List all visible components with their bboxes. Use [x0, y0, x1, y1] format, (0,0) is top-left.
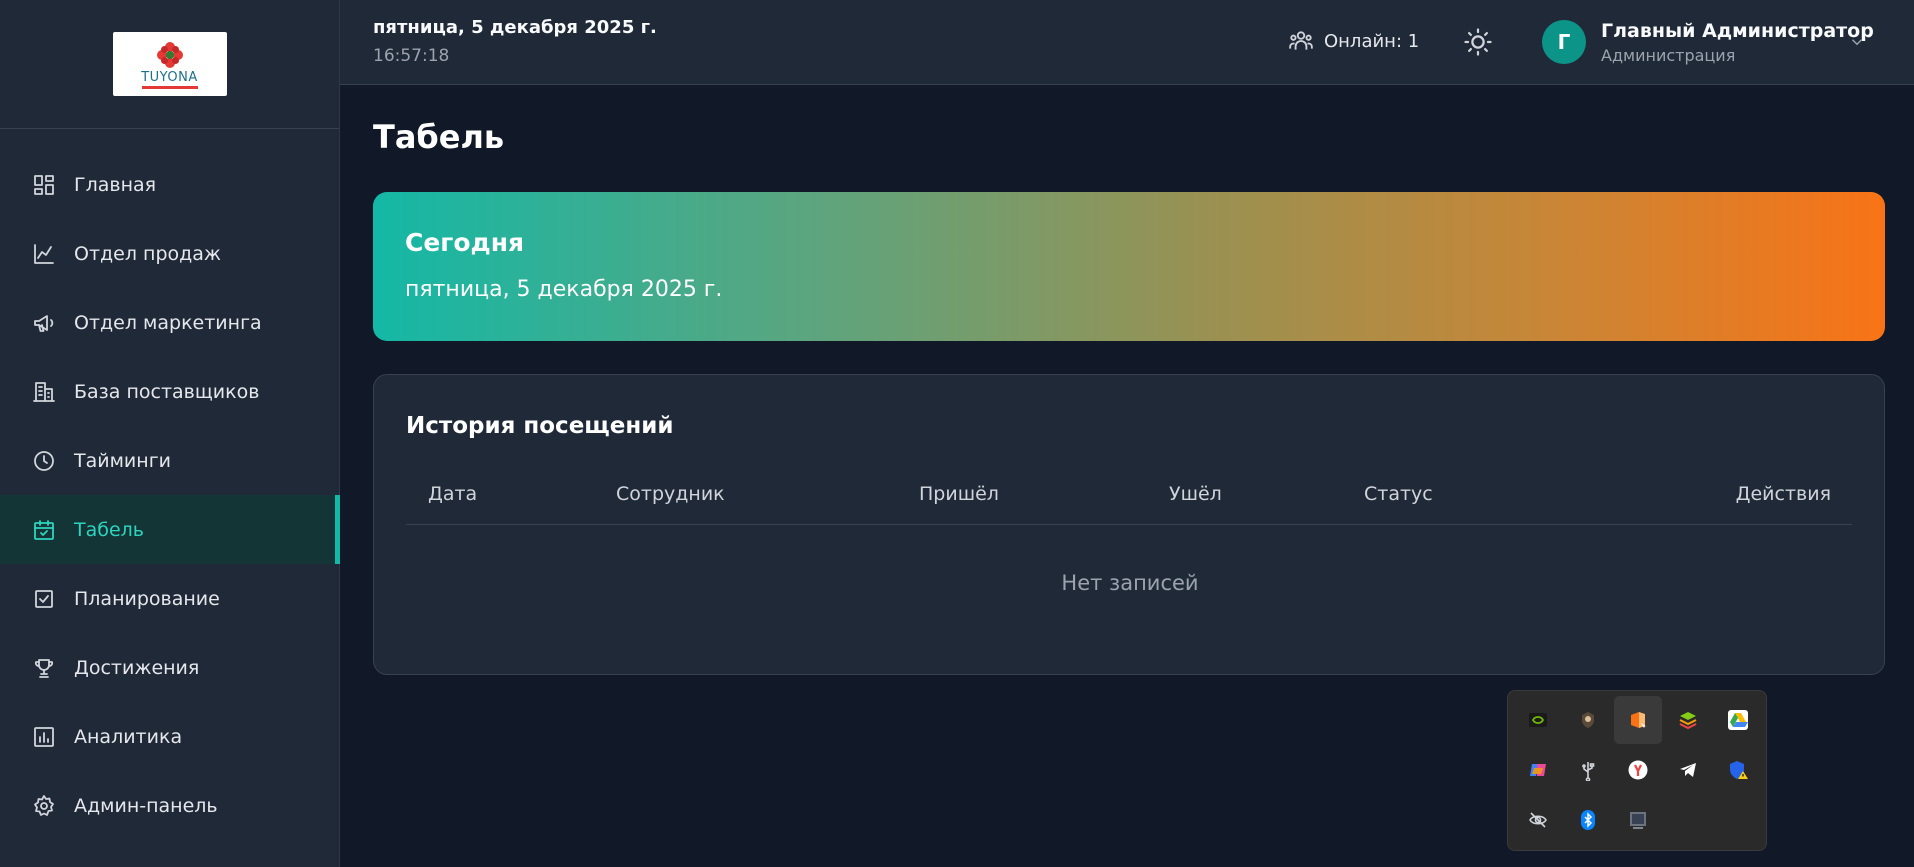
today-date: пятница, 5 декабря 2025 г. — [405, 277, 723, 302]
building-icon — [32, 380, 56, 404]
history-title: История посещений — [406, 413, 674, 439]
checkbox-icon — [32, 587, 56, 611]
column-header-employee: Сотрудник — [616, 483, 725, 505]
online-indicator[interactable]: Онлайн: 1 — [1288, 28, 1419, 54]
top-header: пятница, 5 декабря 2025 г. 16:57:18 Онла… — [340, 0, 1914, 85]
chevron-down-icon — [1851, 39, 1863, 46]
sidebar-item-label: Отдел продаж — [74, 242, 222, 265]
sidebar-item-label: База поставщиков — [74, 380, 260, 403]
empty-state: Нет записей — [1061, 571, 1199, 595]
users-icon — [1289, 31, 1313, 50]
shield-app-icon[interactable] — [1564, 696, 1612, 744]
logo-brand-text: TUYONA — [141, 69, 198, 85]
sun-icon — [1464, 28, 1492, 56]
sidebar-item-suppliers[interactable]: База поставщиков — [0, 357, 340, 426]
user-name[interactable]: Главный Администратор — [1601, 20, 1874, 42]
sidebar-item-achievements[interactable]: Достижения — [0, 633, 340, 702]
sidebar-item-label: Главная — [74, 173, 157, 196]
google-drive-icon[interactable] — [1714, 696, 1762, 744]
sidebar-item-label: Планирование — [74, 587, 220, 610]
sidebar-item-planning[interactable]: Планирование — [0, 564, 340, 633]
sidebar-item-label: Отдел маркетинга — [74, 311, 262, 334]
logo[interactable]: TUYONA — [112, 32, 227, 96]
today-title: Сегодня — [405, 228, 525, 257]
clock-icon — [32, 449, 56, 473]
sidebar: TUYONA Главная Отдел продаж Отдел маркет… — [0, 0, 340, 867]
usb-icon[interactable] — [1564, 746, 1612, 794]
sidebar-item-label: Админ-панель — [74, 794, 218, 817]
office-icon[interactable] — [1614, 696, 1662, 744]
sidebar-item-label: Тайминги — [74, 449, 172, 472]
column-header-left: Ушёл — [1169, 483, 1222, 505]
logo-bar — [141, 85, 198, 89]
user-role: Администрация — [1601, 46, 1736, 65]
sidebar-item-timesheet[interactable]: Табель — [0, 495, 340, 564]
display-icon[interactable] — [1614, 796, 1662, 844]
column-header-status: Статус — [1364, 483, 1433, 505]
nvidia-icon[interactable] — [1514, 696, 1562, 744]
header-time: 16:57:18 — [373, 46, 450, 66]
yandex-icon[interactable] — [1614, 746, 1662, 794]
hidden-eye-icon[interactable] — [1514, 796, 1562, 844]
sidebar-nav: Главная Отдел продаж Отдел маркетинга Ба… — [0, 150, 340, 840]
trophy-icon — [32, 656, 56, 680]
page-title: Табель — [373, 118, 505, 156]
column-header-arrived: Пришёл — [919, 483, 999, 505]
header-date: пятница, 5 декабря 2025 г. — [373, 17, 657, 38]
sidebar-item-marketing[interactable]: Отдел маркетинга — [0, 288, 340, 357]
avatar[interactable]: Г — [1542, 20, 1586, 64]
today-card: Сегодня пятница, 5 декабря 2025 г. — [373, 192, 1885, 341]
bar-chart-icon — [32, 725, 56, 749]
sidebar-item-analytics[interactable]: Аналитика — [0, 702, 340, 771]
column-header-date: Дата — [428, 483, 478, 505]
sidebar-item-sales[interactable]: Отдел продаж — [0, 219, 340, 288]
sidebar-item-timings[interactable]: Тайминги — [0, 426, 340, 495]
calendar-check-icon — [32, 518, 56, 542]
sidebar-item-label: Аналитика — [74, 725, 183, 748]
telegram-icon[interactable] — [1664, 746, 1712, 794]
defender-warning-icon[interactable] — [1714, 746, 1762, 794]
sidebar-item-label: Достижения — [74, 656, 200, 679]
history-panel: История посещений Дата Сотрудник Пришёл … — [373, 374, 1885, 675]
dashboard-icon — [32, 173, 56, 197]
bluestacks-icon[interactable] — [1664, 696, 1712, 744]
user-menu-button[interactable] — [1848, 33, 1866, 51]
bluetooth-icon[interactable] — [1564, 796, 1612, 844]
sidebar-item-admin[interactable]: Админ-панель — [0, 771, 340, 840]
chart-line-icon — [32, 242, 56, 266]
gear-icon — [32, 794, 56, 818]
megaphone-icon — [32, 311, 56, 335]
online-count: Онлайн: 1 — [1324, 30, 1420, 52]
sidebar-item-label: Табель — [74, 518, 144, 541]
copilot-icon[interactable] — [1514, 746, 1562, 794]
logo-area: TUYONA — [0, 0, 339, 129]
table-header-divider — [406, 524, 1852, 525]
sidebar-item-home[interactable]: Главная — [0, 150, 340, 219]
system-tray-popup — [1507, 690, 1767, 851]
flower-logo-icon — [156, 41, 183, 68]
column-header-actions: Действия — [1735, 483, 1831, 505]
theme-toggle-button[interactable] — [1463, 27, 1493, 57]
